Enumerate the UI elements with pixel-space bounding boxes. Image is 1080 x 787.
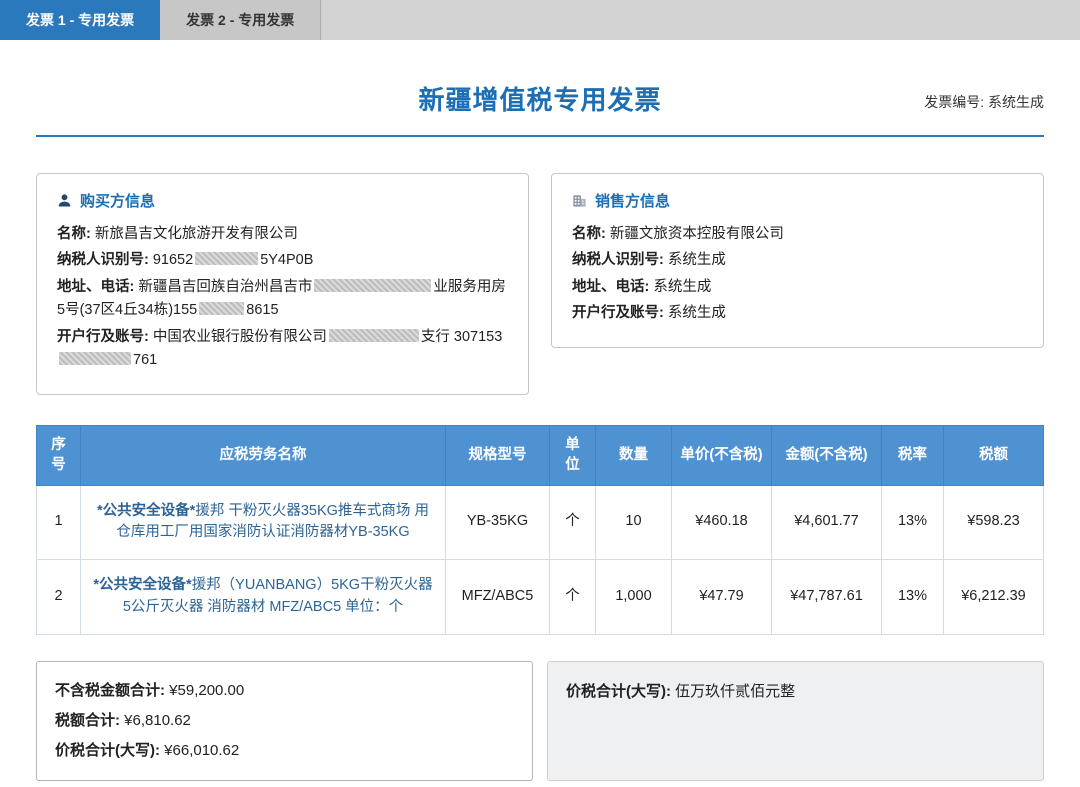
party-info-row: 购买方信息 名称: 新旅昌吉文化旅游开发有限公司 纳税人识别号: 916525Y…	[36, 173, 1044, 395]
buyer-info-box: 购买方信息 名称: 新旅昌吉文化旅游开发有限公司 纳税人识别号: 916525Y…	[36, 173, 529, 395]
cell-tax-rate: 13%	[882, 485, 944, 560]
redacted-text	[199, 302, 244, 315]
redacted-text	[314, 279, 431, 292]
page-title: 新疆增值税专用发票	[36, 80, 1044, 117]
totals-section: 不含税金额合计: ¥59,200.00 税额合计: ¥6,810.62 价税合计…	[36, 661, 1044, 781]
buyer-info-title-text: 购买方信息	[80, 190, 155, 211]
col-header-unit-price: 单价(不含税)	[672, 425, 772, 485]
total-in-words: 价税合计(大写): 伍万玖仟贰佰元整	[566, 678, 1025, 705]
cell-unit-price: ¥47.79	[672, 560, 772, 635]
invoice-header: 新疆增值税专用发票 发票编号: 系统生成	[36, 40, 1044, 137]
col-header-item-name: 应税劳务名称	[81, 425, 446, 485]
total-in-words-box: 价税合计(大写): 伍万玖仟贰佰元整	[547, 661, 1044, 781]
total-tax: 税额合计: ¥6,810.62	[55, 706, 514, 736]
tab-invoice-1[interactable]: 发票 1 - 专用发票	[0, 0, 160, 40]
table-row: 1 *公共安全设备*援邦 干粉灭火器35KG推车式商场 用仓库用工厂用国家消防认…	[37, 485, 1044, 560]
cell-qty: 10	[596, 485, 672, 560]
table-row: 2 *公共安全设备*援邦（YUANBANG）5KG干粉灭火器 5公斤灭火器 消防…	[37, 560, 1044, 635]
cell-item-name: *公共安全设备*援邦（YUANBANG）5KG干粉灭火器 5公斤灭火器 消防器材…	[81, 560, 446, 635]
buyer-field-address-phone: 地址、电话: 新疆昌吉回族自治州昌吉市业服务用房5号(37区4丘34栋)1558…	[57, 276, 508, 323]
person-icon	[57, 193, 72, 208]
building-icon	[572, 193, 587, 208]
redacted-text	[59, 352, 131, 365]
cell-amount: ¥4,601.77	[772, 485, 882, 560]
col-header-tax-rate: 税率	[882, 425, 944, 485]
cell-qty: 1,000	[596, 560, 672, 635]
col-header-tax-amount: 税额	[944, 425, 1044, 485]
seller-field-address-phone: 地址、电话: 系统生成	[572, 276, 1023, 299]
tab-invoice-2[interactable]: 发票 2 - 专用发票	[160, 0, 321, 40]
seller-info-title: 销售方信息	[572, 190, 1023, 211]
cell-spec: MFZ/ABC5	[446, 560, 550, 635]
buyer-field-name: 名称: 新旅昌吉文化旅游开发有限公司	[57, 223, 508, 246]
seller-info-box: 销售方信息 名称: 新疆文旅资本控股有限公司 纳税人识别号: 系统生成 地址、电…	[551, 173, 1044, 348]
buyer-field-bank-account: 开户行及账号: 中国农业银行股份有限公司支行 307153761	[57, 326, 508, 373]
table-header-row: 序号 应税劳务名称 规格型号 单位 数量 单价(不含税) 金额(不含税) 税率 …	[37, 425, 1044, 485]
invoice-number: 发票编号: 系统生成	[924, 92, 1044, 112]
col-header-amount: 金额(不含税)	[772, 425, 882, 485]
cell-unit: 个	[550, 485, 596, 560]
seller-field-bank-account: 开户行及账号: 系统生成	[572, 302, 1023, 325]
col-header-seq: 序号	[37, 425, 81, 485]
seller-field-name: 名称: 新疆文旅资本控股有限公司	[572, 223, 1023, 246]
cell-tax-amount: ¥598.23	[944, 485, 1044, 560]
tab-bar: 发票 1 - 专用发票 发票 2 - 专用发票	[0, 0, 1080, 40]
seller-field-taxid: 纳税人识别号: 系统生成	[572, 249, 1023, 272]
col-header-unit: 单位	[550, 425, 596, 485]
redacted-text	[329, 329, 419, 342]
cell-unit-price: ¥460.18	[672, 485, 772, 560]
header-divider	[36, 135, 1044, 137]
cell-amount: ¥47,787.61	[772, 560, 882, 635]
cell-unit: 个	[550, 560, 596, 635]
cell-tax-amount: ¥6,212.39	[944, 560, 1044, 635]
cell-seq: 2	[37, 560, 81, 635]
cell-seq: 1	[37, 485, 81, 560]
col-header-spec: 规格型号	[446, 425, 550, 485]
cell-tax-rate: 13%	[882, 560, 944, 635]
totals-amounts-box: 不含税金额合计: ¥59,200.00 税额合计: ¥6,810.62 价税合计…	[36, 661, 533, 781]
total-incl-tax: 价税合计(大写): ¥66,010.62	[55, 736, 514, 766]
redacted-text	[195, 252, 258, 265]
col-header-qty: 数量	[596, 425, 672, 485]
invoice-page: 新疆增值税专用发票 发票编号: 系统生成 购买方信息 名称: 新旅昌吉文化旅游开…	[0, 40, 1080, 787]
buyer-info-title: 购买方信息	[57, 190, 508, 211]
total-excl-tax: 不含税金额合计: ¥59,200.00	[55, 676, 514, 706]
seller-info-title-text: 销售方信息	[595, 190, 670, 211]
invoice-items-table: 序号 应税劳务名称 规格型号 单位 数量 单价(不含税) 金额(不含税) 税率 …	[36, 425, 1044, 635]
cell-item-name: *公共安全设备*援邦 干粉灭火器35KG推车式商场 用仓库用工厂用国家消防认证消…	[81, 485, 446, 560]
buyer-field-taxid: 纳税人识别号: 916525Y4P0B	[57, 249, 508, 272]
cell-spec: YB-35KG	[446, 485, 550, 560]
